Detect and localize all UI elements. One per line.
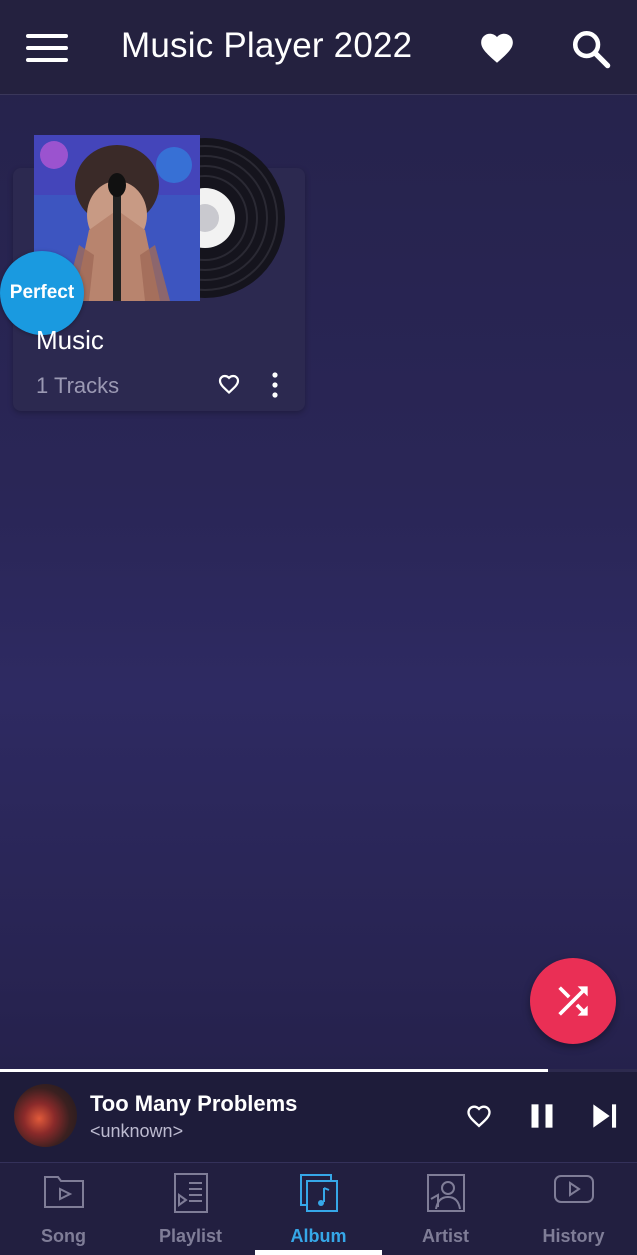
album-badge: Perfect: [0, 251, 84, 335]
album-title: Music: [36, 325, 104, 355]
app-bar: Music Player 2022: [0, 0, 637, 95]
search-icon[interactable]: [569, 28, 613, 70]
pause-icon[interactable]: [528, 1102, 556, 1130]
active-tab-indicator: [255, 1250, 382, 1255]
tab-playlist-label: Playlist: [158, 1226, 223, 1246]
heart-outline-icon[interactable]: [216, 372, 242, 396]
page-title: Music Player 2022: [121, 26, 413, 65]
tab-artist[interactable]: Artist: [382, 1163, 509, 1255]
history-icon: [553, 1175, 594, 1203]
mini-player[interactable]: Too Many Problems <unknown>: [0, 1072, 637, 1162]
now-playing-title: Too Many Problems: [90, 1091, 298, 1116]
tab-album[interactable]: Album: [255, 1163, 382, 1255]
shuffle-button[interactable]: [530, 958, 616, 1044]
skip-next-icon[interactable]: [591, 1102, 619, 1130]
album-icon: [299, 1174, 338, 1212]
tab-artist-label: Artist: [421, 1226, 469, 1246]
album-track-count: 1 Tracks: [36, 373, 120, 398]
hamburger-menu-icon[interactable]: [26, 34, 68, 62]
artist-icon: [426, 1174, 465, 1212]
more-vertical-icon[interactable]: [264, 370, 286, 400]
tab-song-label: Song: [41, 1226, 86, 1246]
now-playing-artwork: [14, 1084, 77, 1147]
tab-album-label: Album: [290, 1226, 347, 1246]
playlist-icon: [173, 1173, 208, 1213]
heart-outline-icon[interactable]: [463, 1102, 495, 1130]
now-playing-artist: <unknown>: [90, 1121, 184, 1141]
shuffle-icon: [558, 986, 588, 1016]
bottom-navigation: Song Playlist Album Artist History: [0, 1162, 637, 1255]
tab-playlist[interactable]: Playlist: [127, 1163, 254, 1255]
heart-icon[interactable]: [478, 29, 516, 67]
tab-song[interactable]: Song: [0, 1163, 127, 1255]
song-folder-icon: [43, 1176, 84, 1208]
tab-history[interactable]: History: [510, 1163, 637, 1255]
tab-history-label: History: [542, 1226, 605, 1246]
